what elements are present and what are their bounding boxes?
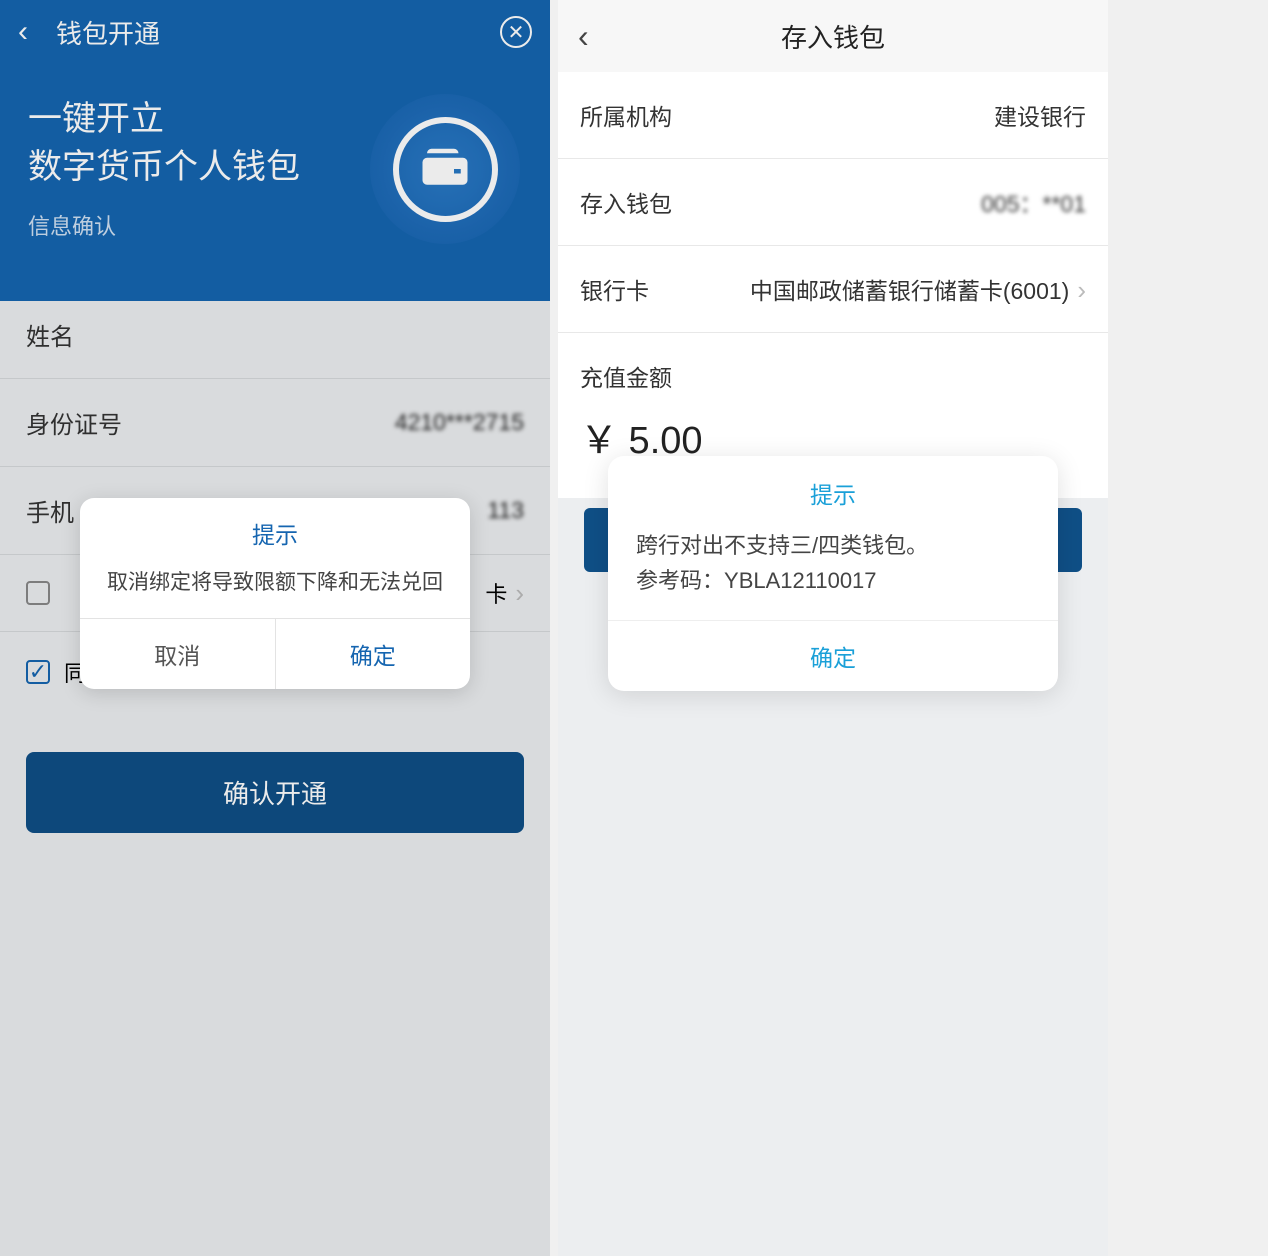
dialog-message: 取消绑定将导致限额下降和无法兑回 <box>80 560 470 618</box>
row-wallet[interactable]: 存入钱包 005：**01 <box>558 159 1108 246</box>
dialog: 提示 跨行对出不支持三/四类钱包。 参考码：YBLA12110017 确定 <box>608 456 1058 691</box>
card-label: 银行卡 <box>580 272 649 306</box>
card-value: 中国邮政储蓄银行储蓄卡(6001) <box>750 272 1086 306</box>
screen-deposit-wallet: ‹ 存入钱包 所属机构 建设银行 存入钱包 005：**01 银行卡 中国邮政储… <box>558 0 1108 1256</box>
dialog-ok-button[interactable]: 确定 <box>276 619 471 689</box>
org-label: 所属机构 <box>580 98 672 132</box>
dialog-ok-button[interactable]: 确定 <box>608 620 1058 691</box>
dialog: 提示 取消绑定将导致限额下降和无法兑回 取消 确定 <box>80 498 470 689</box>
back-icon[interactable]: ‹ <box>578 18 618 55</box>
row-org: 所属机构 建设银行 <box>558 72 1108 159</box>
amount-label: 充值金额 <box>558 333 1108 401</box>
dialog-body: 跨行对出不支持三/四类钱包。 参考码：YBLA12110017 <box>608 522 1058 620</box>
dialog-title: 提示 <box>608 456 1058 522</box>
org-value: 建设银行 <box>994 98 1086 132</box>
wallet-value: 005：**01 <box>981 185 1086 219</box>
dialog-cancel-button[interactable]: 取消 <box>80 619 276 689</box>
header-title: 存入钱包 <box>618 18 1048 55</box>
dialog-line1: 跨行对出不支持三/四类钱包。 <box>636 528 1030 563</box>
row-bankcard[interactable]: 银行卡 中国邮政储蓄银行储蓄卡(6001) <box>558 246 1108 333</box>
screen-wallet-open: ‹ 钱包开通 ✕ 一键开立 数字货币个人钱包 信息确认 姓名 身份证号 4210… <box>0 0 550 1256</box>
dialog-line2: 参考码：YBLA12110017 <box>636 563 1030 598</box>
dialog-title: 提示 <box>80 498 470 560</box>
ref-label: 参考码： <box>636 568 724 593</box>
header: ‹ 存入钱包 <box>558 0 1108 72</box>
info-list: 所属机构 建设银行 存入钱包 005：**01 银行卡 中国邮政储蓄银行储蓄卡(… <box>558 72 1108 333</box>
ref-code: YBLA12110017 <box>724 568 877 593</box>
wallet-label: 存入钱包 <box>580 185 672 219</box>
